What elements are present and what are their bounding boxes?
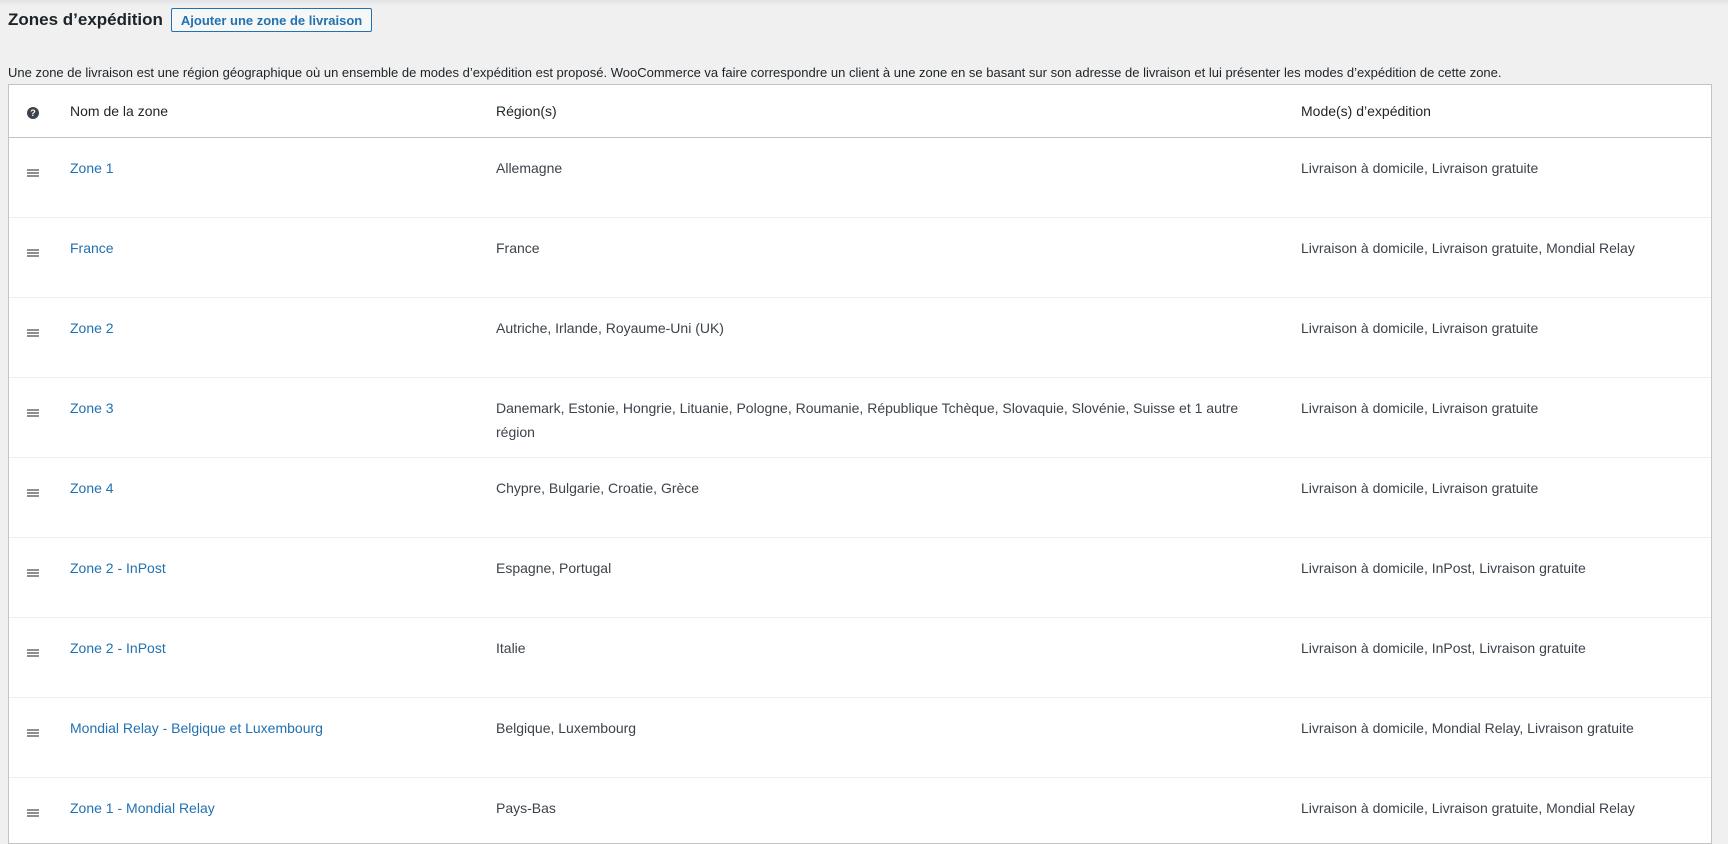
drag-handle-icon[interactable] <box>27 489 39 497</box>
zone-name-cell: Zone 2 - InPost <box>70 538 496 618</box>
zone-regions-cell: Italie <box>496 618 1301 698</box>
zone-regions-cell: Danemark, Estonie, Hongrie, Lituanie, Po… <box>496 378 1301 458</box>
drag-handle-icon[interactable] <box>27 409 39 417</box>
zone-regions-cell: France <box>496 218 1301 298</box>
zone-regions-text: Danemark, Estonie, Hongrie, Lituanie, Po… <box>496 396 1301 444</box>
zone-name-cell: Mondial Relay - Belgique et Luxembourg <box>70 698 496 778</box>
zone-name-cell: Zone 2 <box>70 298 496 378</box>
zone-methods-cell: Livraison à domicile, Livraison gratuite… <box>1301 218 1711 298</box>
table-row: Zone 2 - InPost Espagne, PortugalLivraiso… <box>9 538 1711 618</box>
help-icon[interactable]: ? <box>27 107 39 119</box>
zone-regions-cell: Pays-Bas <box>496 778 1301 844</box>
zone-methods-cell: Livraison à domicile, Livraison gratuite <box>1301 138 1711 218</box>
zone-methods-cell: Livraison à domicile, Livraison gratuite… <box>1301 778 1711 844</box>
table-row: Zone 1 - Mondial Relay Pays-BasLivraison … <box>9 778 1711 844</box>
shipping-zones-table: ? Nom de la zone Région(s) Mode(s) d’exp… <box>8 84 1712 844</box>
zone-regions-text: Italie <box>496 636 1301 660</box>
zone-name-link[interactable]: Zone 1 - Mondial Relay <box>70 800 215 816</box>
zone-name-link[interactable]: Mondial Relay - Belgique et Luxembourg <box>70 720 323 736</box>
zone-regions-text: Pays-Bas <box>496 796 1301 820</box>
column-header-methods: Mode(s) d’expédition <box>1301 85 1711 138</box>
sort-handle-cell <box>9 458 70 538</box>
drag-handle-icon[interactable] <box>27 649 39 657</box>
sort-handle-cell <box>9 778 70 844</box>
zone-name-link[interactable]: Zone 3 <box>70 400 114 416</box>
zone-name-link[interactable]: Zone 1 <box>70 160 114 176</box>
page-header: Zones d’expédition Ajouter une zone de l… <box>8 6 372 34</box>
page-title: Zones d’expédition <box>8 10 163 30</box>
sort-handle-cell <box>9 378 70 458</box>
drag-handle-icon[interactable] <box>27 329 39 337</box>
sort-handle-cell <box>9 698 70 778</box>
zone-name-cell: Zone 4 <box>70 458 496 538</box>
drag-handle-icon[interactable] <box>27 169 39 177</box>
zone-methods-cell: Livraison à domicile, InPost, Livraison … <box>1301 538 1711 618</box>
table-row: Zone 2 - InPost ItalieLivraison à domicil… <box>9 618 1711 698</box>
zone-regions-text: Belgique, Luxembourg <box>496 716 1301 740</box>
zone-regions-cell: Allemagne <box>496 138 1301 218</box>
zone-regions-text: Chypre, Bulgarie, Croatie, Grèce <box>496 476 1301 500</box>
table-row: Zone 4 Chypre, Bulgarie, Croatie, GrèceLi… <box>9 458 1711 538</box>
zone-name-link[interactable]: Zone 2 - InPost <box>70 560 166 576</box>
add-shipping-zone-button[interactable]: Ajouter une zone de livraison <box>171 8 372 32</box>
drag-handle-icon[interactable] <box>27 249 39 257</box>
zone-regions-cell: Espagne, Portugal <box>496 538 1301 618</box>
sort-handle-cell <box>9 138 70 218</box>
zone-regions-text: France <box>496 236 1301 260</box>
table-header-row: ? Nom de la zone Région(s) Mode(s) d’exp… <box>9 85 1711 138</box>
zone-name-link[interactable]: Zone 2 <box>70 320 114 336</box>
zone-methods-cell: Livraison à domicile, InPost, Livraison … <box>1301 618 1711 698</box>
sort-handle-cell <box>9 298 70 378</box>
zone-regions-text: Allemagne <box>496 156 1301 180</box>
zone-name-link[interactable]: Zone 2 - InPost <box>70 640 166 656</box>
zone-regions-text: Espagne, Portugal <box>496 556 1301 580</box>
zone-methods-cell: Livraison à domicile, Livraison gratuite <box>1301 378 1711 458</box>
zone-regions-cell: Belgique, Luxembourg <box>496 698 1301 778</box>
column-header-name: Nom de la zone <box>70 85 496 138</box>
zone-methods-cell: Livraison à domicile, Mondial Relay, Liv… <box>1301 698 1711 778</box>
zone-name-cell: Zone 1 - Mondial Relay <box>70 778 496 844</box>
sort-handle-cell <box>9 618 70 698</box>
zone-name-cell: Zone 3 <box>70 378 496 458</box>
table-row: Mondial Relay - Belgique et Luxembourg Be… <box>9 698 1711 778</box>
drag-handle-icon[interactable] <box>27 569 39 577</box>
zone-regions-text: Autriche, Irlande, Royaume-Uni (UK) <box>496 316 1301 340</box>
zone-name-link[interactable]: Zone 4 <box>70 480 114 496</box>
drag-handle-icon[interactable] <box>27 809 39 817</box>
page-description: Une zone de livraison est une région géo… <box>8 65 1502 80</box>
sort-handle-cell <box>9 218 70 298</box>
sort-column-header: ? <box>9 85 70 138</box>
table-row: Zone 3 Danemark, Estonie, Hongrie, Lituan… <box>9 378 1711 458</box>
sort-handle-cell <box>9 538 70 618</box>
table-row: Zone 1 AllemagneLivraison à domicile, Liv… <box>9 138 1711 218</box>
table-row: Zone 2 Autriche, Irlande, Royaume-Uni (UK… <box>9 298 1711 378</box>
zone-name-cell: Zone 2 - InPost <box>70 618 496 698</box>
zone-methods-cell: Livraison à domicile, Livraison gratuite <box>1301 298 1711 378</box>
table-row: FranceFranceLivraison à domicile, Livrai… <box>9 218 1711 298</box>
zone-name-cell: France <box>70 218 496 298</box>
drag-handle-icon[interactable] <box>27 729 39 737</box>
zone-methods-cell: Livraison à domicile, Livraison gratuite <box>1301 458 1711 538</box>
zone-regions-cell: Autriche, Irlande, Royaume-Uni (UK) <box>496 298 1301 378</box>
zone-regions-cell: Chypre, Bulgarie, Croatie, Grèce <box>496 458 1301 538</box>
column-header-regions: Région(s) <box>496 85 1301 138</box>
zone-name-cell: Zone 1 <box>70 138 496 218</box>
zone-name-link[interactable]: France <box>70 240 114 256</box>
